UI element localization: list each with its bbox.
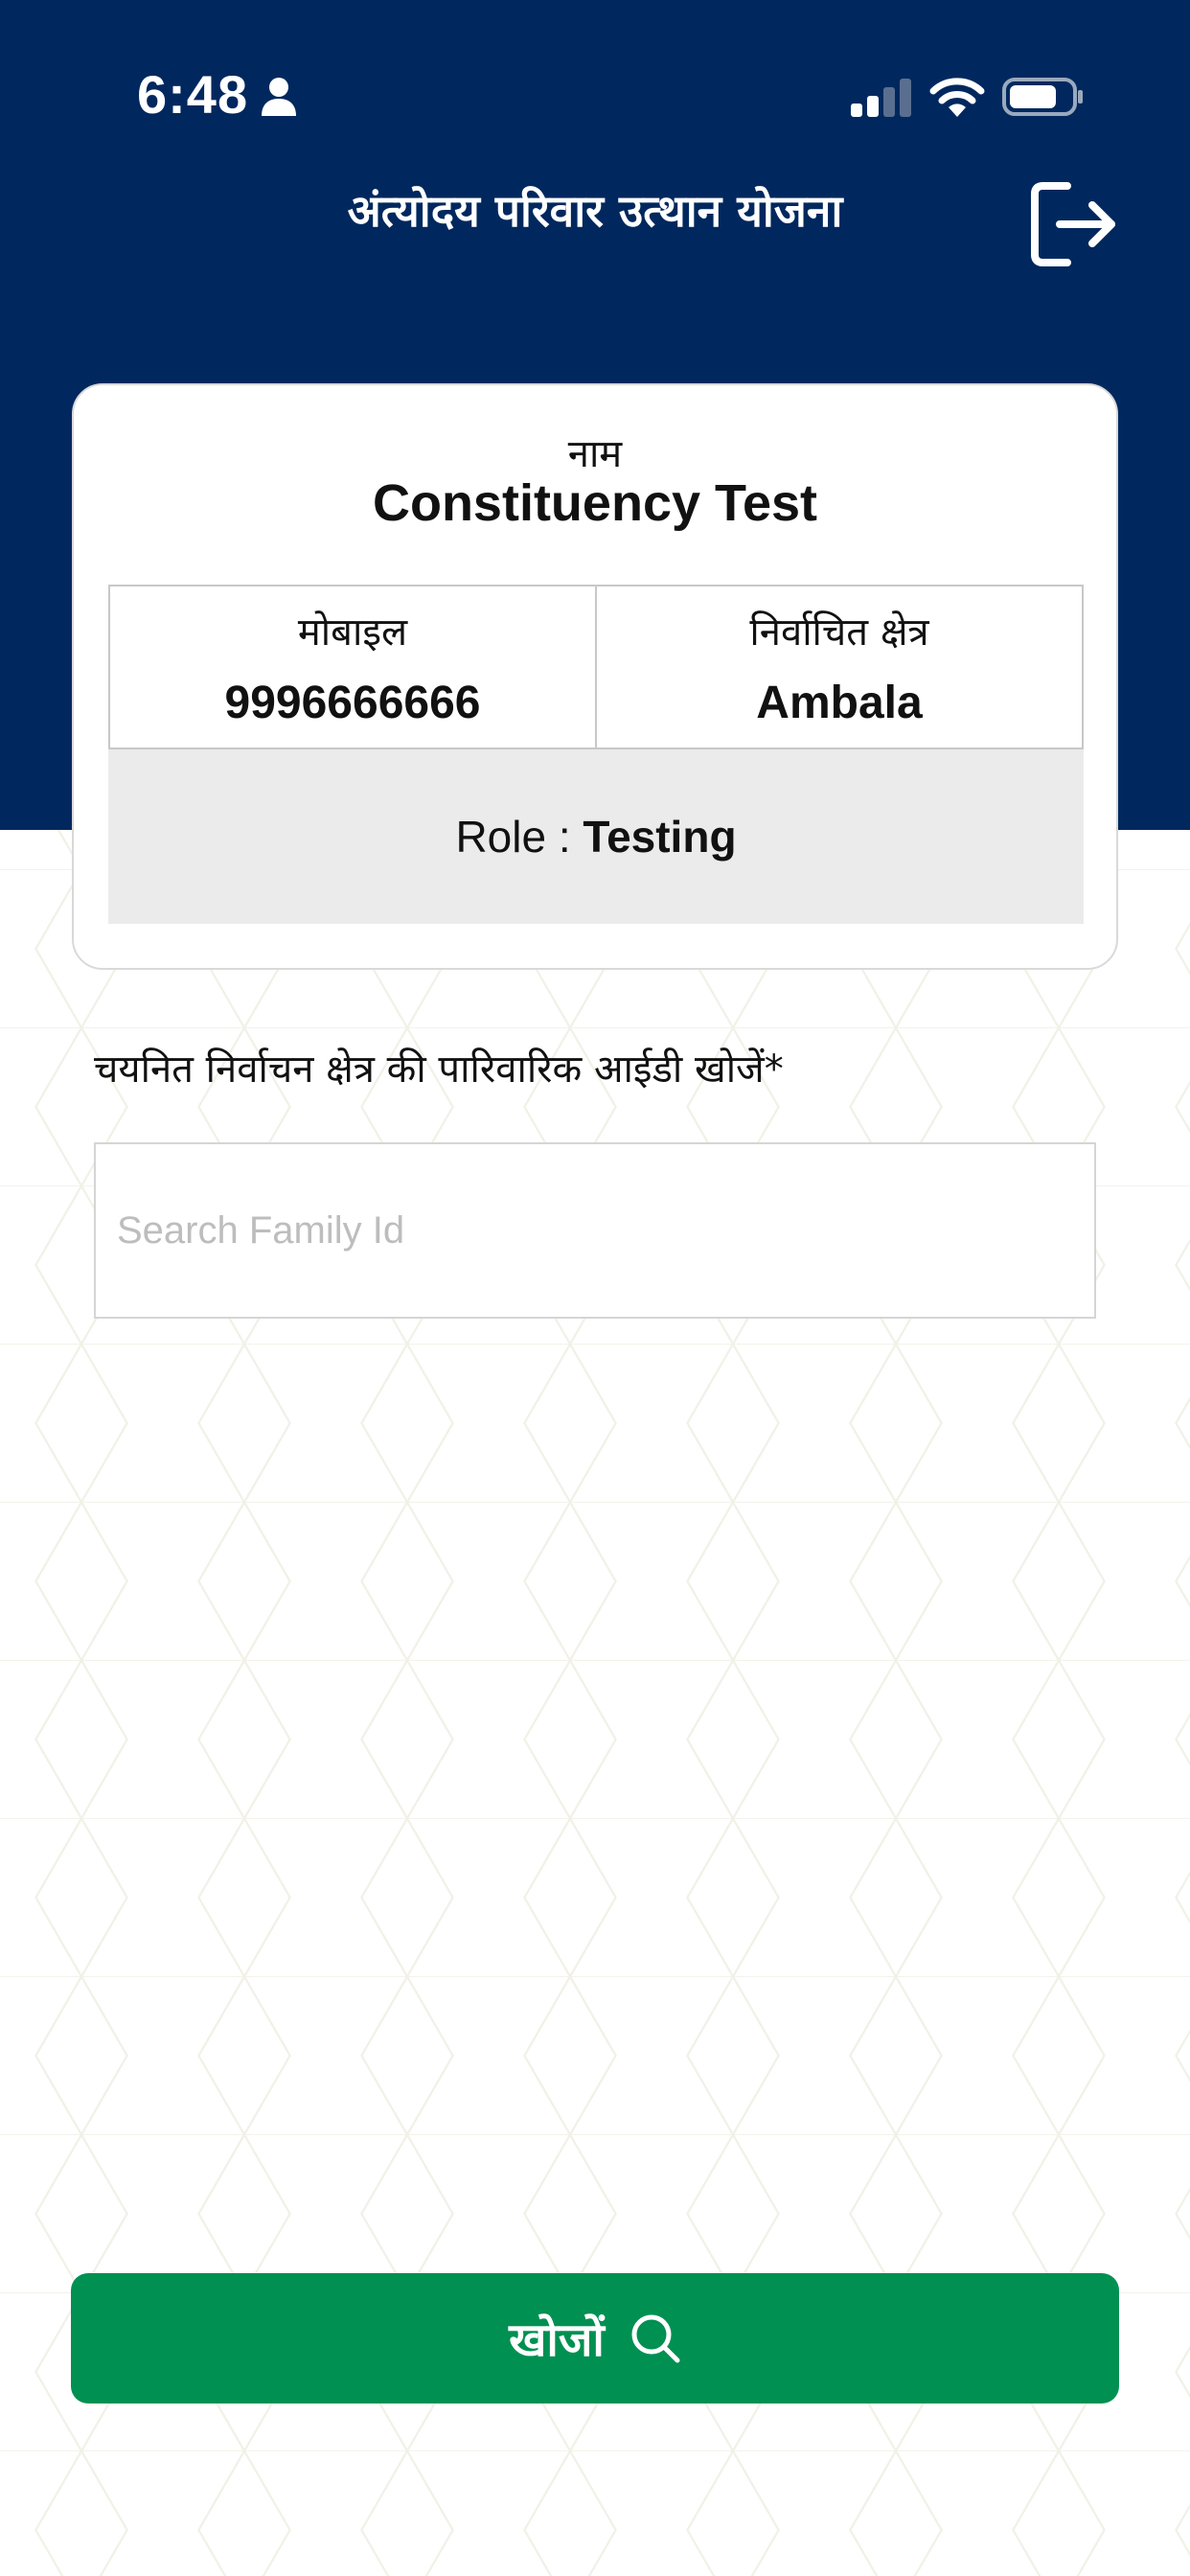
constituency-value: Ambala [756,678,923,728]
search-button[interactable]: खोजों [71,2273,1119,2404]
search-label: चयनित निर्वाचन क्षेत्र की पारिवारिक आईडी… [94,1047,784,1092]
status-time: 6:48 [137,64,249,125]
signal-icon [851,79,911,117]
wifi-icon [929,78,985,117]
mobile-cell: मोबाइल 9996666666 [110,586,595,748]
person-icon [262,78,296,116]
family-id-search-input[interactable] [94,1142,1096,1319]
search-icon [631,2314,680,2363]
name-label: नाम [567,432,623,476]
role-value: Testing [583,812,737,862]
app-title: अंत्योदय परिवार उत्थान योजना [347,185,843,237]
mobile-value: 9996666666 [224,678,481,728]
profile-card: नाम Constituency Test मोबाइल 9996666666 … [72,383,1118,970]
constituency-cell: निर्वाचित क्षेत्र Ambala [595,586,1082,748]
battery-icon [1002,78,1083,116]
user-name: Constituency Test [372,474,818,532]
status-bar: 6:48 [0,0,1190,192]
search-button-label: खोजों [509,2312,605,2367]
role-label: Role : [455,812,584,862]
info-table: मोबाइल 9996666666 निर्वाचित क्षेत्र Amba… [108,585,1084,749]
mobile-label: मोबाइल [297,610,408,655]
role-row: Role : Testing [108,749,1084,924]
constituency-label: निर्वाचित क्षेत्र [749,610,929,655]
logout-icon[interactable] [1027,178,1119,270]
